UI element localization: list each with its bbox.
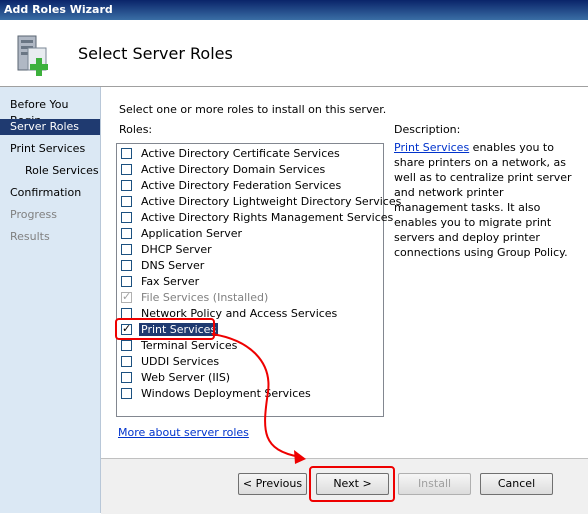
role-checkbox[interactable]: [121, 340, 132, 351]
sidebar-item-print-services[interactable]: Print Services: [0, 141, 100, 157]
title-bar: Add Roles Wizard: [0, 0, 588, 20]
role-checkbox: [121, 290, 132, 303]
description-label: Description:: [394, 123, 461, 136]
role-checkbox[interactable]: [121, 196, 132, 207]
role-checkbox[interactable]: [121, 244, 132, 255]
sidebar-item-progress: Progress: [10, 208, 57, 221]
role-label: DNS Server: [141, 259, 205, 272]
cancel-button[interactable]: Cancel: [480, 473, 553, 495]
wizard-steps-sidebar: Before You Begin Server Roles Print Serv…: [0, 87, 101, 513]
sidebar-item-results: Results: [10, 230, 50, 243]
role-checkbox[interactable]: [121, 148, 132, 159]
role-label: Fax Server: [141, 275, 200, 288]
role-checkbox[interactable]: [121, 388, 132, 399]
role-label: Web Server (IIS): [141, 371, 231, 384]
role-label: UDDI Services: [141, 355, 220, 368]
role-label: Application Server: [141, 227, 243, 240]
server-add-icon: [17, 35, 48, 76]
role-label: DHCP Server: [141, 243, 212, 256]
sidebar-item-confirmation[interactable]: Confirmation: [0, 185, 100, 201]
description-text: Print Services enables you to share prin…: [394, 140, 574, 260]
print-services-highlight: [115, 318, 215, 340]
description-body: enables you to share printers on a netwo…: [394, 141, 572, 259]
sidebar-item-role-services[interactable]: Role Services: [0, 163, 100, 179]
wizard-header: Select Server Roles: [0, 20, 588, 87]
sidebar-item-before-you-begin[interactable]: Before You Begin: [0, 97, 100, 127]
instruction-text: Select one or more roles to install on t…: [119, 103, 387, 116]
role-checkbox[interactable]: [121, 276, 132, 287]
role-label: Active Directory Certificate Services: [141, 147, 340, 160]
print-services-link[interactable]: Print Services: [394, 141, 469, 154]
role-label: Active Directory Federation Services: [141, 179, 342, 192]
role-label: File Services (Installed): [141, 291, 269, 304]
page-title: Select Server Roles: [78, 44, 233, 63]
role-label: Active Directory Domain Services: [141, 163, 326, 176]
role-label: Active Directory Lightweight Directory S…: [141, 195, 402, 208]
role-label: Windows Deployment Services: [141, 387, 311, 400]
role-checkbox[interactable]: [121, 372, 132, 383]
role-checkbox[interactable]: [121, 260, 132, 271]
next-button-highlight: [309, 466, 395, 502]
role-checkbox[interactable]: [121, 180, 132, 191]
role-checkbox[interactable]: [121, 164, 132, 175]
sidebar-item-server-roles[interactable]: Server Roles: [0, 119, 100, 135]
install-button: Install: [398, 473, 471, 495]
role-label: Terminal Services: [141, 339, 238, 352]
role-checkbox[interactable]: [121, 356, 132, 367]
more-about-roles-link[interactable]: More about server roles: [118, 426, 249, 439]
role-label: Active Directory Rights Management Servi…: [141, 211, 394, 224]
role-checkbox[interactable]: [121, 212, 132, 223]
window-title: Add Roles Wizard: [4, 3, 113, 16]
previous-button[interactable]: < Previous: [238, 473, 307, 495]
role-checkbox[interactable]: [121, 228, 132, 239]
roles-label: Roles:: [119, 123, 153, 136]
